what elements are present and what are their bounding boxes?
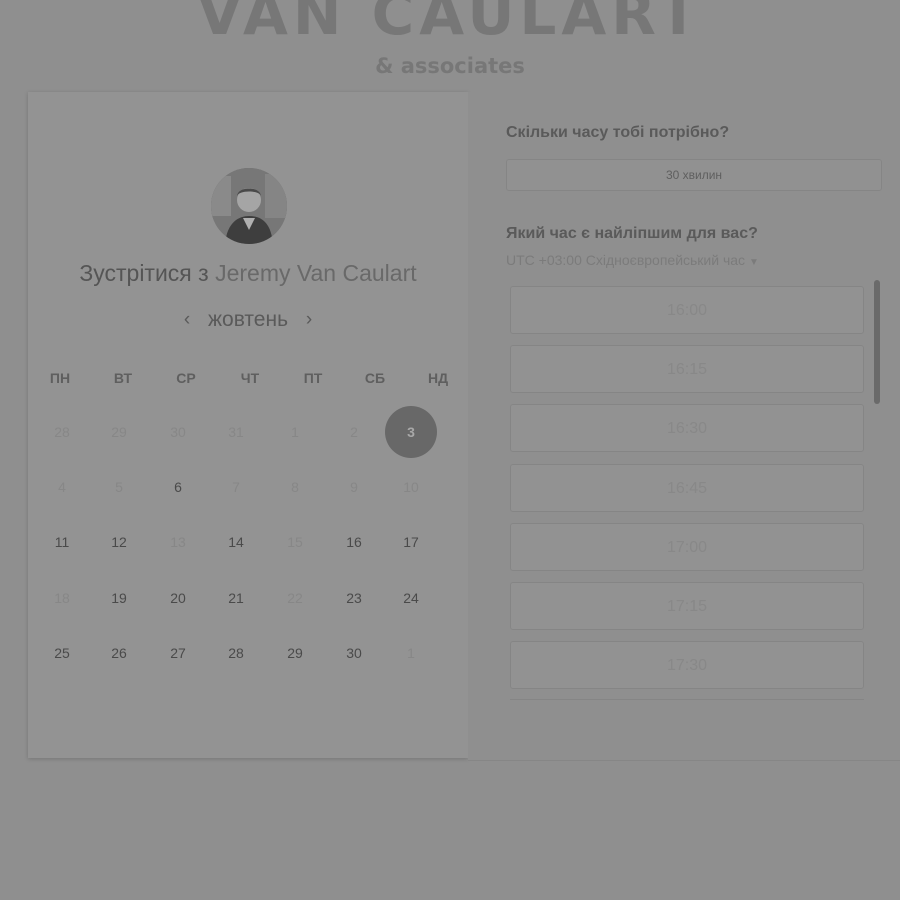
calendar-day[interactable]: 20 [158,583,198,613]
calendar-day[interactable]: 12 [99,527,139,557]
page: VAN CAULART & associates Зустрітися з Je… [0,0,900,900]
time-slot-button[interactable]: 16:15 [510,345,864,394]
calendar-day: 8 [291,479,299,495]
brand-logo-subtitle: & associates [375,54,525,78]
weekday-label: ПТ [303,370,323,386]
calendar-day: 9 [350,479,358,495]
weekday-label: ВТ [113,370,133,386]
calendar-day: 7 [232,479,240,495]
calendar-day[interactable]: 26 [99,638,139,668]
calendar-day[interactable]: 11 [42,527,82,557]
time-slot-button[interactable]: 17:30 [510,641,864,690]
calendar-day: 18 [54,590,70,606]
weekday-label: ПН [49,370,71,386]
host-avatar [211,168,287,244]
calendar-day[interactable]: 17 [391,527,431,557]
duration-option-button[interactable]: 30 хвилин [506,159,882,191]
calendar-day-selected[interactable]: 3 [385,406,437,458]
brand-logo-title: VAN CAULART [197,0,703,48]
calendar-day[interactable]: 30 [334,638,374,668]
host-name: Jeremy Van Caulart [215,260,417,286]
calendar-day[interactable]: 16 [334,527,374,557]
calendar-day[interactable]: 25 [42,638,82,668]
calendar-day: 15 [287,534,303,550]
timezone-label: UTC +03:00 Східноєвропейський час [506,252,746,268]
meeting-title-prefix: Зустрітися з [79,260,209,286]
calendar-day[interactable]: 28 [216,638,256,668]
calendar-day: 13 [170,534,186,550]
chevron-right-icon[interactable]: › [296,309,322,331]
meeting-title: Зустрітися з Jeremy Van Caulart [28,260,468,287]
month-label: жовтень [207,308,289,331]
calendar-day: 30 [170,424,186,440]
calendar-day[interactable]: 24 [391,583,431,613]
calendar-day: 31 [228,424,244,440]
time-slot-button[interactable]: 17:15 [510,582,864,630]
calendar-day: 5 [115,479,123,495]
calendar-card: Зустрітися з Jeremy Van Caulart ‹ жовтен… [28,92,468,758]
calendar-day[interactable]: 21 [216,583,256,613]
calendar-day: 10 [403,479,419,495]
calendar-day[interactable]: 6 [158,472,198,502]
booking-panel: Скільки часу тобі потрібно? 30 хвилин Як… [468,92,900,761]
calendar-day[interactable]: 19 [99,583,139,613]
time-slot-button[interactable]: 16:45 [510,463,864,512]
time-question: Який час є найліпшим для вас? [506,225,758,242]
calendar-day[interactable]: 14 [216,527,256,557]
calendar-day: 1 [407,645,415,661]
weekday-label: СР [176,370,196,386]
time-slot-partial [510,699,864,703]
slot-list-scrollbar[interactable] [874,280,880,404]
duration-question: Скільки часу тобі потрібно? [506,124,730,141]
caret-down-icon: ▼ [749,257,759,268]
calendar-day: 4 [58,479,66,495]
weekday-label: СБ [364,370,386,386]
timezone-select[interactable]: UTC +03:00 Східноєвропейський час ▼ [506,252,759,268]
calendar-day: 2 [350,424,358,440]
calendar-day: 28 [54,424,70,440]
calendar-day[interactable]: 29 [275,638,315,668]
chevron-left-icon[interactable]: ‹ [174,309,200,331]
person-photo-icon [211,168,287,244]
calendar-day[interactable]: 23 [334,583,374,613]
calendar-day: 1 [291,424,299,440]
weekday-label: НД [427,370,449,386]
time-slot-button[interactable]: 16:30 [510,404,864,453]
time-slot-button[interactable]: 16:00 [510,286,864,334]
month-navigation: ‹ жовтень › [28,308,468,332]
calendar-day: 22 [287,590,303,606]
time-slot-button[interactable]: 17:00 [510,522,864,571]
weekday-label: ЧТ [240,370,260,386]
calendar-day: 29 [111,424,127,440]
calendar-day[interactable]: 27 [158,638,198,668]
